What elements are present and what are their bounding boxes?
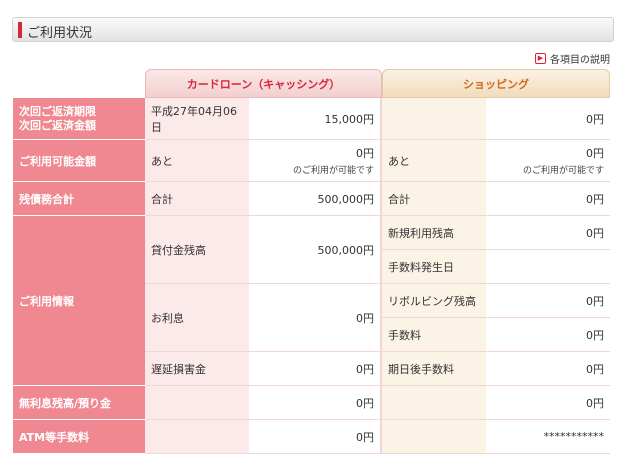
- row-head-atm: ATM等手数料: [13, 420, 145, 454]
- card-late-value: 0円: [249, 352, 383, 386]
- section-header: ご利用状況: [12, 17, 614, 42]
- shop-deposit-empty: [382, 386, 487, 420]
- shop-fee-value: 0円: [486, 318, 611, 352]
- shop-balance-value: 0円: [486, 182, 611, 216]
- card-atm-value: 0円: [249, 420, 383, 454]
- table-row-balance: 残債務合計 合計 500,000円 合計 0円: [13, 182, 611, 216]
- tab-row: カードローン（キャッシング） ショッピング: [13, 69, 611, 98]
- card-interest-label: お利息: [145, 284, 249, 352]
- shop-repayment-label: [382, 98, 487, 140]
- card-repayment-amount: 15,000円: [249, 98, 383, 140]
- table-row-info-1: ご利用情報 貸付金残高 500,000円 新規利用残高 0円: [13, 216, 611, 386]
- shop-atm-value: ***********: [486, 420, 611, 454]
- card-interest-value: 0円: [249, 284, 383, 352]
- shop-deposit-value: 0円: [486, 386, 611, 420]
- arrow-right-icon: ▶: [535, 53, 546, 64]
- shop-revolving-value: 0円: [486, 284, 611, 318]
- shop-available-label: あと: [382, 140, 487, 182]
- table-row-deposit: 無利息残高/預り金 0円 0円: [13, 386, 611, 420]
- usage-table: カードローン（キャッシング） ショッピング 次回ご返済期限 次回ご返済金額 平成…: [13, 69, 611, 454]
- shop-available-note: のご利用が可能です: [523, 166, 605, 176]
- header-accent: [18, 22, 22, 38]
- card-deposit-value: 0円: [249, 386, 383, 420]
- help-link-label: 各項目の説明: [550, 55, 610, 66]
- row-head-repayment-date: 次回ご返済期限: [19, 104, 96, 118]
- card-available-note: のご利用が可能です: [293, 166, 375, 176]
- page-title: ご利用状況: [27, 26, 93, 41]
- card-balance-label: 合計: [145, 182, 249, 216]
- shop-repayment-amount: 0円: [486, 98, 611, 140]
- shop-balance-label: 合計: [382, 182, 487, 216]
- card-atm-empty: [145, 420, 249, 454]
- row-head-repayment: 次回ご返済期限 次回ご返済金額: [13, 98, 145, 140]
- card-late-label: 遅延損害金: [145, 352, 249, 386]
- shop-atm-empty: [382, 420, 487, 454]
- shop-new-value: 0円: [486, 216, 611, 250]
- card-principal-label: 貸付金残高: [145, 216, 249, 284]
- shop-revolving-label: リボルビング残高: [382, 284, 487, 318]
- card-available-value: 0円: [356, 147, 375, 160]
- row-head-balance: 残債務合計: [13, 182, 145, 216]
- shop-fee-label: 手数料: [382, 318, 487, 352]
- row-head-deposit: 無利息残高/預り金: [13, 386, 145, 420]
- card-available-label: あと: [145, 140, 249, 182]
- row-head-info: ご利用情報: [13, 216, 145, 386]
- shop-fee-occur-label: 手数料発生日: [382, 250, 487, 284]
- shop-available-cell: 0円 のご利用が可能です: [486, 140, 611, 182]
- table-row-repayment: 次回ご返済期限 次回ご返済金額 平成27年04月06日 15,000円 0円: [13, 98, 611, 140]
- card-balance-value: 500,000円: [249, 182, 383, 216]
- shop-available-value: 0円: [586, 147, 605, 160]
- tab-card-loan: カードローン（キャッシング）: [145, 69, 383, 98]
- card-deposit-empty: [145, 386, 249, 420]
- help-link[interactable]: ▶ 各項目の説明: [535, 51, 610, 66]
- table-row-available: ご利用可能金額 あと 0円 のご利用が可能です あと 0円 のご利用が可能です: [13, 140, 611, 182]
- card-repayment-date: 平成27年04月06日: [145, 98, 249, 140]
- shop-fee-occur-value: [486, 250, 611, 284]
- header-spacer: [13, 69, 145, 98]
- tab-shopping: ショッピング: [382, 69, 611, 98]
- shop-new-label: 新規利用残高: [382, 216, 487, 250]
- card-available-cell: 0円 のご利用が可能です: [249, 140, 383, 182]
- card-principal-value: 500,000円: [249, 216, 383, 284]
- row-head-available: ご利用可能金額: [13, 140, 145, 182]
- shop-after-fee-value: 0円: [486, 352, 611, 386]
- shop-after-fee-label: 期日後手数料: [382, 352, 487, 386]
- row-head-repayment-amount: 次回ご返済金額: [19, 118, 96, 132]
- table-row-atm: ATM等手数料 0円 ***********: [13, 420, 611, 454]
